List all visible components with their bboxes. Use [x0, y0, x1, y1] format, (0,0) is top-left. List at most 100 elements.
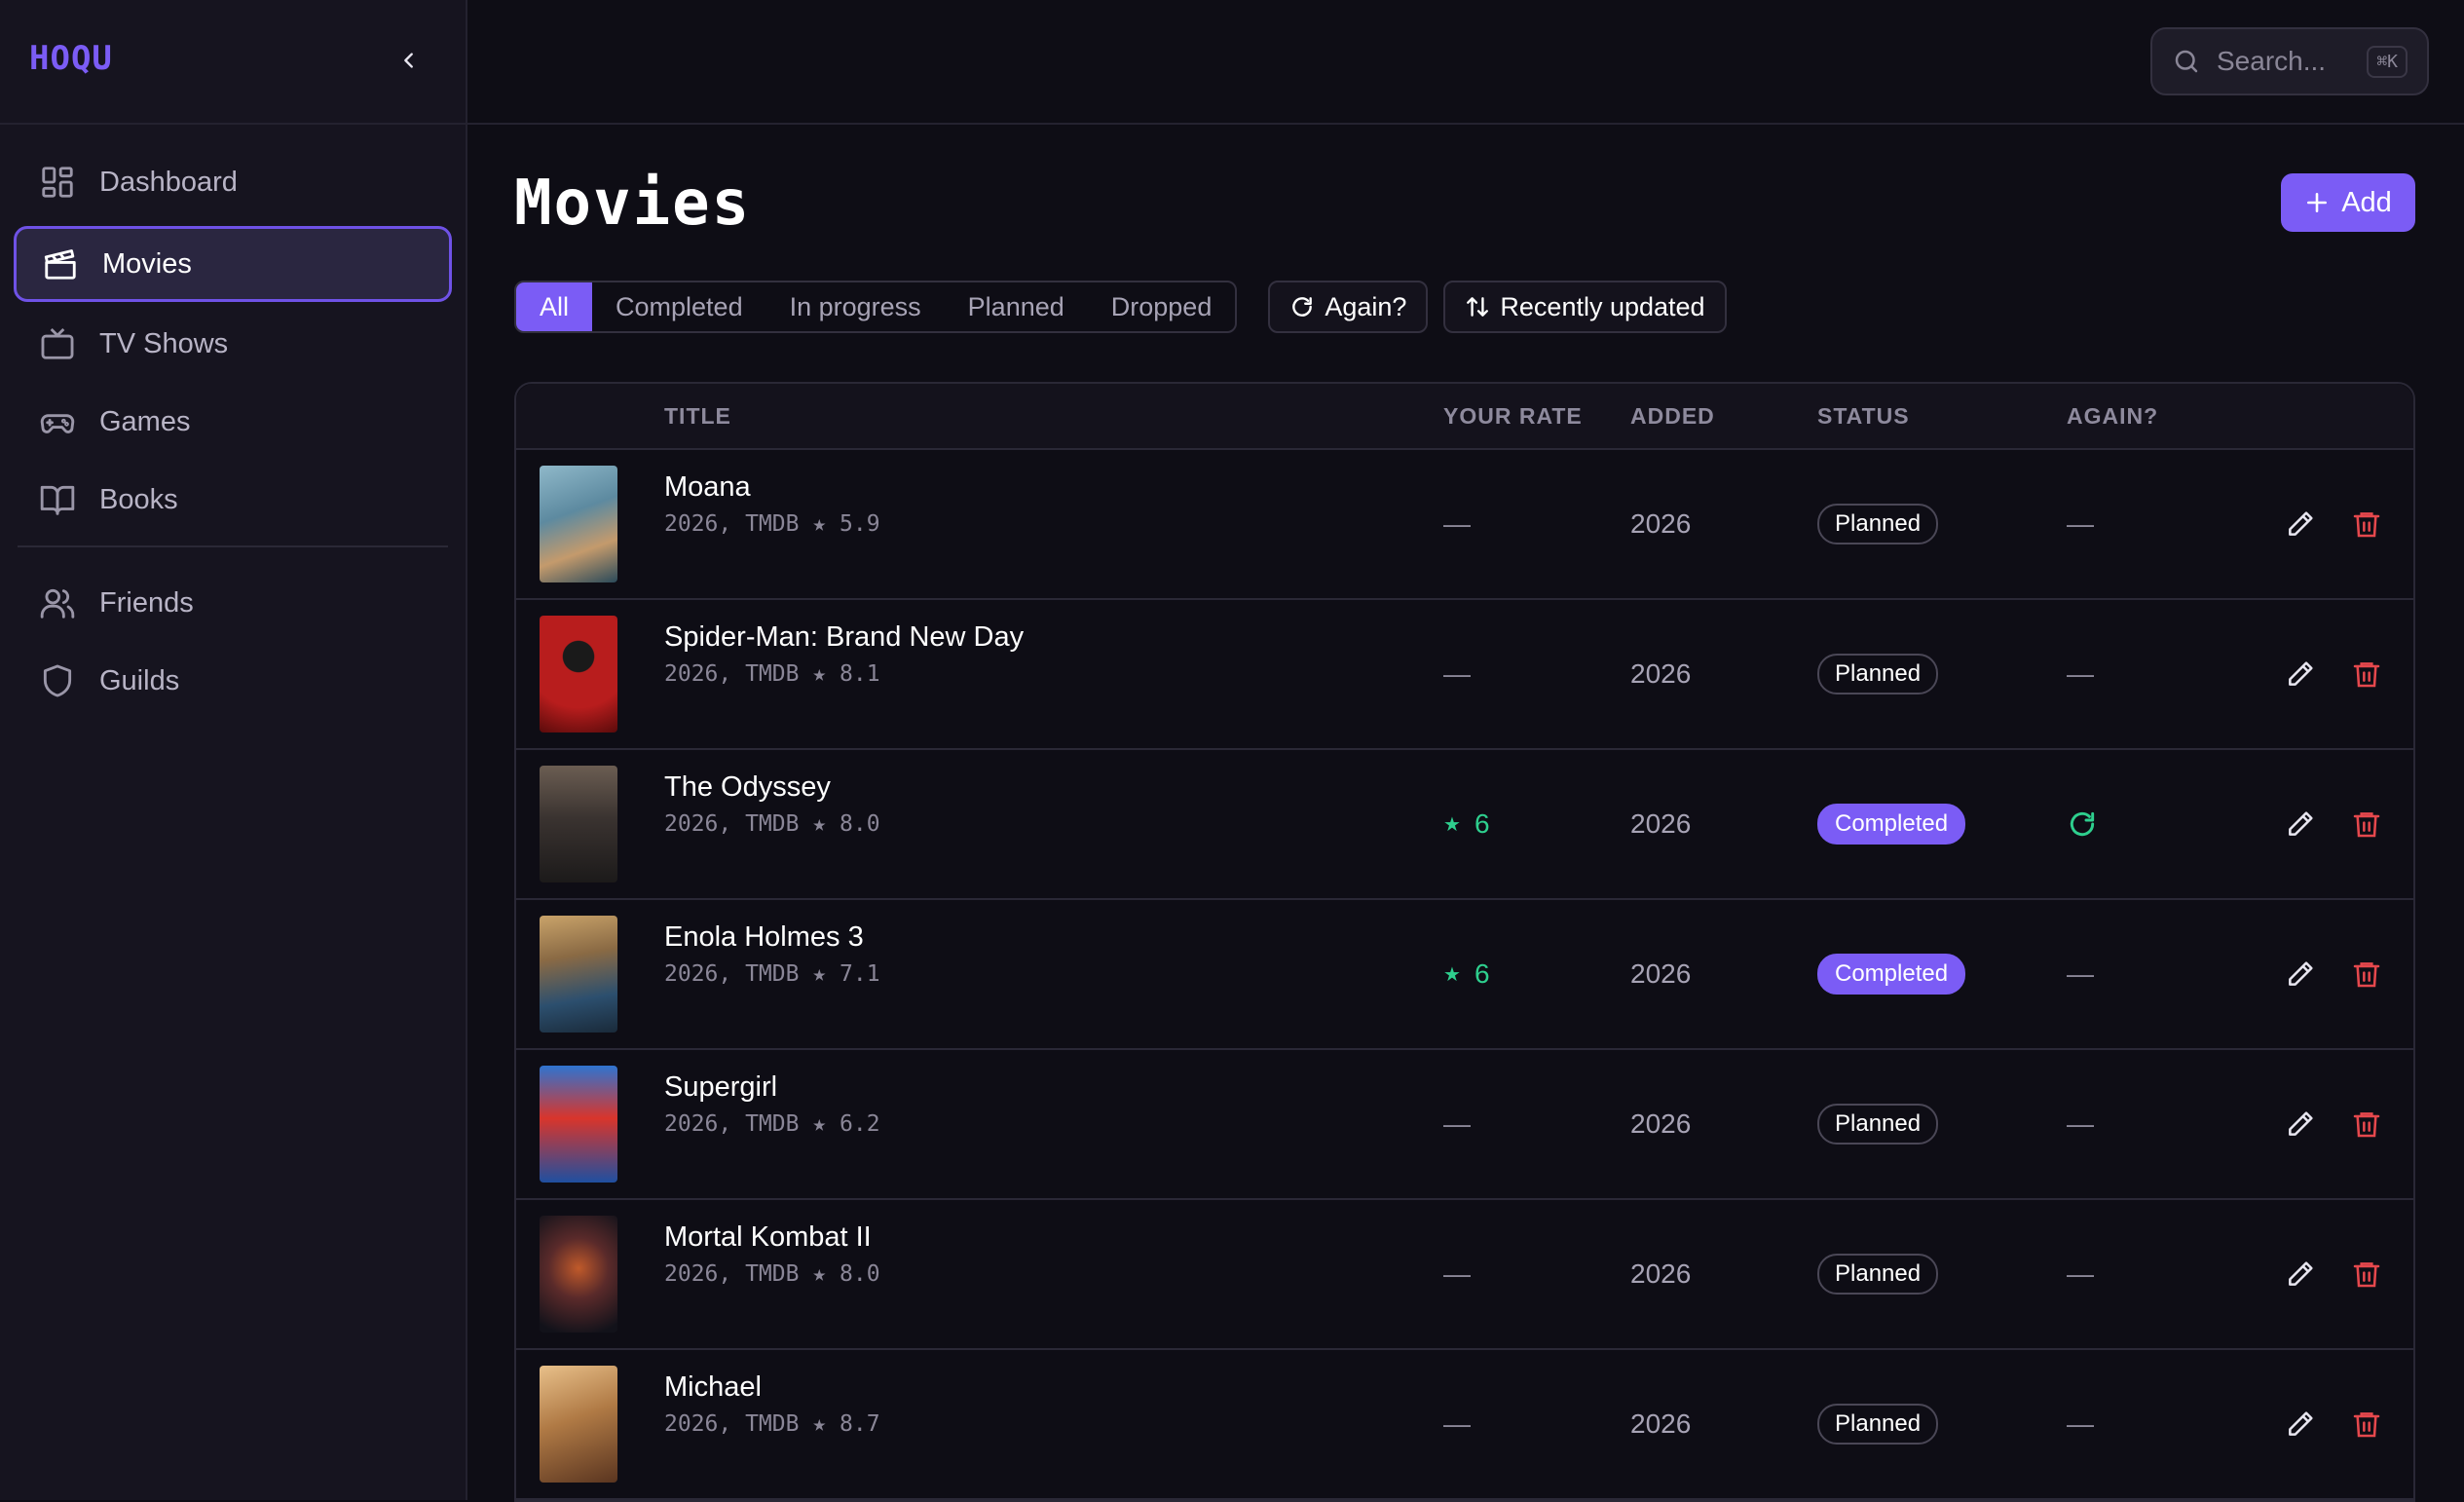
sort-button[interactable]: Recently updated [1443, 281, 1727, 333]
table-row[interactable]: Moana 2026, TMDB ★ 5.9 — 2026 Planned — [516, 450, 2413, 600]
movie-poster[interactable] [540, 1066, 617, 1183]
tv-icon [39, 325, 76, 362]
edit-pencil-icon[interactable] [2285, 958, 2316, 990]
sidebar-item-games[interactable]: Games [14, 384, 452, 460]
delete-trash-icon[interactable] [2351, 808, 2382, 840]
sidebar-item-movies[interactable]: Movies [14, 226, 452, 302]
delete-trash-icon[interactable] [2351, 1108, 2382, 1140]
row-actions [2285, 1200, 2382, 1348]
delete-trash-icon[interactable] [2351, 958, 2382, 990]
sidebar-divider [18, 545, 448, 547]
again-cell: — [2067, 1258, 2094, 1289]
search-input[interactable]: Search... [2217, 46, 2351, 77]
search-box[interactable]: Search... ⌘K [2150, 27, 2429, 95]
movie-poster[interactable] [540, 1216, 617, 1333]
page-title: Movies [514, 168, 752, 240]
tab-dropped[interactable]: Dropped [1088, 282, 1236, 331]
status-filter-tabs: All Completed In progress Planned Droppe… [514, 281, 1238, 333]
movie-poster[interactable] [540, 766, 617, 882]
added-cell: 2026 [1630, 958, 1692, 989]
column-header-again[interactable]: AGAIN? [2067, 403, 2158, 430]
table-row[interactable]: Spider-Man: Brand New Day 2026, TMDB ★ 8… [516, 600, 2413, 750]
row-actions [2285, 600, 2382, 748]
table-row[interactable]: The Odyssey 2026, TMDB ★ 8.0 ★ 6 2026 Co… [516, 750, 2413, 900]
delete-trash-icon[interactable] [2351, 1408, 2382, 1440]
movie-title[interactable]: Michael [664, 1371, 880, 1404]
edit-pencil-icon[interactable] [2285, 1258, 2316, 1290]
tab-all[interactable]: All [516, 282, 593, 331]
movie-title[interactable]: The Odyssey [664, 771, 880, 804]
movie-title[interactable]: Mortal Kombat II [664, 1221, 880, 1254]
sidebar-nav: Dashboard Movies TV Shows Games Books Fr… [0, 125, 466, 719]
row-actions [2285, 900, 2382, 1048]
column-header-title[interactable]: TITLE [664, 403, 731, 430]
status-cell: Completed [1817, 750, 1966, 898]
movie-poster[interactable] [540, 916, 617, 1033]
status-badge: Planned [1817, 1254, 1939, 1295]
delete-trash-icon[interactable] [2351, 508, 2382, 540]
added-cell: 2026 [1630, 508, 1692, 539]
edit-pencil-icon[interactable] [2285, 1408, 2316, 1440]
topbar: Search... ⌘K [467, 0, 2464, 125]
sidebar-item-label: Dashboard [99, 166, 238, 198]
tab-in-progress[interactable]: In progress [766, 282, 945, 331]
row-actions [2285, 1050, 2382, 1198]
movie-meta: 2026, TMDB ★ 7.1 [664, 961, 880, 987]
status-badge: Planned [1817, 654, 1939, 695]
movie-title[interactable]: Spider-Man: Brand New Day [664, 621, 1024, 654]
rate-cell: ★ 6 [1443, 900, 1490, 1048]
movie-poster[interactable] [540, 466, 617, 582]
sidebar: HOQU Dashboard Movies TV Shows Games Boo… [0, 0, 467, 1500]
added-cell: 2026 [1630, 1258, 1692, 1289]
table-row[interactable]: Mortal Kombat II 2026, TMDB ★ 8.0 — 2026… [516, 1200, 2413, 1350]
edit-pencil-icon[interactable] [2285, 508, 2316, 540]
tab-planned[interactable]: Planned [945, 282, 1088, 331]
delete-trash-icon[interactable] [2351, 1258, 2382, 1290]
added-cell: 2026 [1630, 808, 1692, 839]
title-cell: Enola Holmes 3 2026, TMDB ★ 7.1 [664, 921, 880, 987]
added-cell: 2026 [1630, 1108, 1692, 1139]
movies-table: TITLE YOUR RATE ADDED STATUS AGAIN? Moan… [514, 382, 2415, 1502]
tab-completed[interactable]: Completed [592, 282, 766, 331]
column-header-rate[interactable]: YOUR RATE [1443, 403, 1583, 430]
sidebar-item-tv-shows[interactable]: TV Shows [14, 306, 452, 382]
sidebar-item-label: Movies [102, 247, 192, 280]
column-header-added[interactable]: ADDED [1630, 403, 1715, 430]
edit-pencil-icon[interactable] [2285, 1108, 2316, 1140]
movie-title[interactable]: Moana [664, 471, 880, 504]
sidebar-item-dashboard[interactable]: Dashboard [14, 144, 452, 220]
status-badge: Completed [1817, 804, 1966, 845]
movie-poster[interactable] [540, 1366, 617, 1483]
edit-pencil-icon[interactable] [2285, 658, 2316, 690]
rate-cell: ★ 6 [1443, 750, 1490, 898]
collapse-sidebar-button[interactable] [392, 43, 427, 78]
table-row[interactable]: Supergirl 2026, TMDB ★ 6.2 — 2026 Planne… [516, 1050, 2413, 1200]
sidebar-item-guilds[interactable]: Guilds [14, 643, 452, 719]
table-row[interactable]: Enola Holmes 3 2026, TMDB ★ 7.1 ★ 6 2026… [516, 900, 2413, 1050]
sidebar-item-books[interactable]: Books [14, 462, 452, 538]
table-row[interactable]: Michael 2026, TMDB ★ 8.7 — 2026 Planned … [516, 1350, 2413, 1500]
movie-title[interactable]: Enola Holmes 3 [664, 921, 880, 954]
edit-pencil-icon[interactable] [2285, 808, 2316, 840]
star-icon: ★ [1443, 963, 1461, 986]
column-header-status[interactable]: STATUS [1817, 403, 1910, 430]
status-badge: Planned [1817, 504, 1939, 544]
again-cell: — [2067, 508, 2094, 539]
row-actions [2285, 750, 2382, 898]
delete-trash-icon[interactable] [2351, 658, 2382, 690]
movie-poster[interactable] [540, 616, 617, 732]
status-cell: Completed [1817, 900, 1966, 1048]
chevron-left-icon [404, 53, 413, 68]
sidebar-item-friends[interactable]: Friends [14, 565, 452, 641]
movie-meta: 2026, TMDB ★ 8.1 [664, 661, 880, 687]
again-filter-button[interactable]: Again? [1268, 281, 1429, 333]
movie-title[interactable]: Supergirl [664, 1071, 880, 1104]
sidebar-item-label: Games [99, 405, 191, 437]
rewatch-icon [2070, 811, 2095, 837]
added-cell: 2026 [1630, 658, 1692, 689]
app-logo[interactable]: HOQU [29, 39, 113, 78]
status-badge: Completed [1817, 954, 1966, 995]
status-cell: Planned [1817, 1350, 1939, 1498]
again-cell [2067, 750, 2098, 898]
add-button[interactable]: Add [2281, 173, 2415, 232]
